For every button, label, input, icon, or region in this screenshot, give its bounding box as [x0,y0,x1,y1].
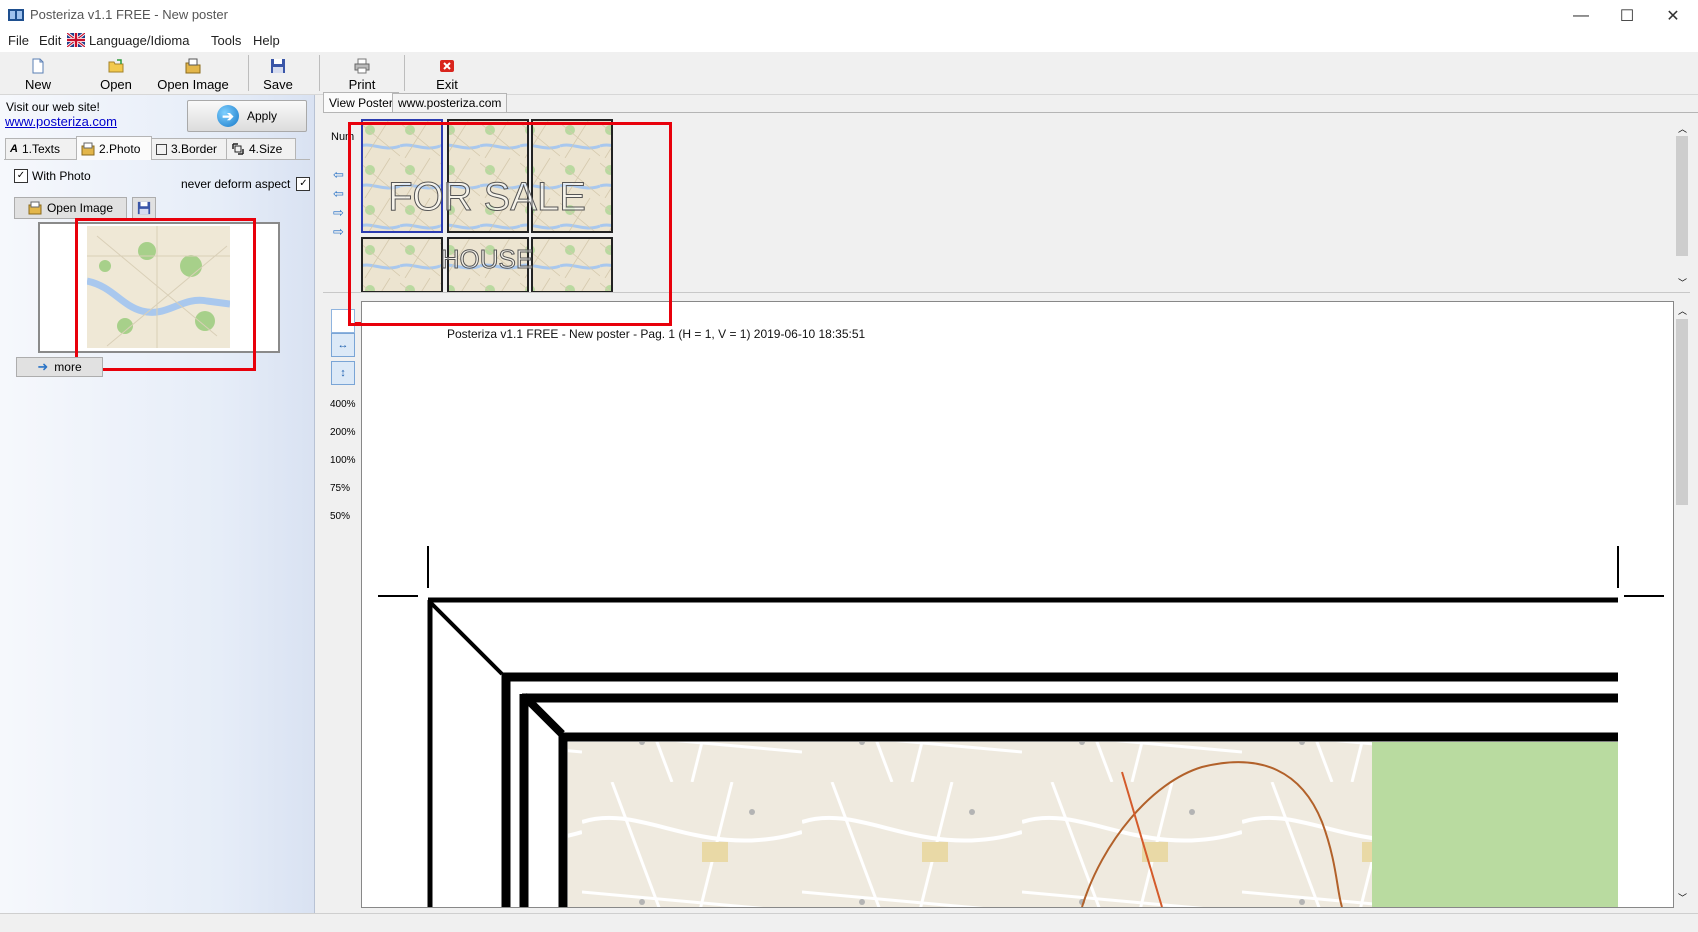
print-button[interactable]: Print [338,54,386,92]
never-deform-checkbox[interactable]: never deform aspect ✓ [181,177,311,191]
checkbox-checked-icon: ✓ [296,177,311,191]
close-button[interactable]: ✕ [1650,0,1696,31]
minimize-button[interactable]: — [1558,0,1604,31]
thumbnail-highlight-box-bottom [348,292,672,326]
open-label: Open [100,77,132,92]
tab-view-poster[interactable]: View Poster [323,92,399,113]
close-icon: ✕ [1666,7,1680,25]
thumbnail-scrollbar[interactable]: ︿ ﹀ [1674,118,1690,292]
font-icon: A [10,143,18,155]
toolbar-separator [248,55,249,91]
tab-texts-label: 1.Texts [21,142,60,156]
save-button[interactable]: Save [254,54,302,92]
scroll-thumb[interactable] [1676,319,1688,505]
with-photo-checkbox[interactable]: ✓ With Photo [14,169,91,183]
tab-border-label: 3.Border [171,142,218,156]
tab-photo-label: 2.Photo [99,141,141,156]
arrow-left-icon[interactable]: ⇦ [333,184,344,203]
new-button[interactable]: New [14,54,62,92]
menu-tools[interactable]: Tools [211,33,241,48]
tab-size[interactable]: 4.Size [226,138,296,159]
website-link[interactable]: www.posteriza.com [5,114,117,129]
scroll-thumb[interactable] [1676,136,1688,256]
uk-flag-icon [67,33,85,47]
menu-file[interactable]: File [8,33,29,48]
title-bar [0,0,1698,31]
toolbar-separator [404,55,405,91]
arrow-left-icon[interactable]: ⇦ [333,165,344,184]
tab-view-poster-label: View Poster [329,96,393,110]
maximize-icon: ☐ [1619,7,1635,25]
zoom-75[interactable]: 75% [330,483,350,494]
tab-texts[interactable]: A 1.Texts [5,138,77,159]
scroll-up-icon[interactable]: ︿ [1678,122,1687,135]
tab-photo[interactable]: 2.Photo [76,136,152,160]
tab-border[interactable]: 3.Border [151,138,231,159]
zoom-200[interactable]: 200% [330,427,356,438]
apply-button[interactable]: ➔ Apply [187,100,307,132]
window-title: Posteriza v1.1 FREE - New poster [30,7,228,22]
preview-scrollbar[interactable]: ︿ ﹀ [1674,301,1690,907]
open-image-button[interactable]: Open Image [14,197,127,219]
fit-width-icon: ↔ [337,339,349,351]
floppy-disk-icon [137,201,151,215]
fit-height-button[interactable]: ↕ [331,361,355,385]
printer-icon [354,58,370,74]
tab-website[interactable]: www.posteriza.com [392,93,508,112]
arrow-right-icon[interactable]: ⇨ [333,203,344,222]
open-image-toolbar-button[interactable]: Open Image [155,54,231,92]
scroll-down-icon[interactable]: ﹀ [1678,891,1687,904]
resize-icon [232,143,244,155]
menu-language[interactable]: Language/Idioma [89,33,189,48]
photo-highlight-box [75,218,256,371]
toolbar-separator [319,55,320,91]
minimize-icon: — [1573,6,1589,24]
menu-edit[interactable]: Edit [39,33,61,48]
exit-label: Exit [436,77,458,92]
floppy-disk-icon [271,59,285,73]
exit-button[interactable]: Exit [423,54,471,92]
maximize-button[interactable]: ☐ [1604,0,1650,31]
open-button[interactable]: Open [92,54,140,92]
apply-label: Apply [246,109,278,123]
fit-height-icon: ↕ [340,367,346,379]
open-image-button-label: Open Image [46,201,114,215]
border-icon [156,143,167,155]
image-folder-icon [185,58,201,74]
zoom-50[interactable]: 50% [330,511,350,522]
scroll-down-icon[interactable]: ﹀ [1678,276,1687,289]
poster-border-drawing [378,546,1664,907]
arrow-right-icon: ➜ [37,359,49,374]
checkbox-checked-icon: ✓ [14,169,28,183]
zoom-400[interactable]: 400% [330,399,356,410]
page-nav-arrows[interactable]: ⇦ ⇦ ⇨ ⇨ [333,165,344,241]
status-bar [0,913,1698,932]
new-label: New [24,77,51,92]
arrow-right-icon: ➔ [216,105,239,127]
menu-help[interactable]: Help [253,33,280,48]
scroll-up-icon[interactable]: ︿ [1678,304,1687,317]
never-deform-label: never deform aspect [181,177,291,191]
save-image-button[interactable] [132,197,156,219]
open-folder-icon [108,59,124,73]
fit-width-button[interactable]: ↔ [331,333,355,357]
zoom-100[interactable]: 100% [330,455,356,466]
visit-website-label: Visit our web site! [6,100,100,114]
tab-website-label: www.posteriza.com [398,96,502,110]
arrow-right-icon[interactable]: ⇨ [333,222,344,241]
exit-icon [440,60,454,72]
photo-icon [81,142,95,155]
save-label: Save [263,77,293,92]
poster-preview: Posteriza v1.1 FREE - New poster - Pag. … [361,301,1674,908]
image-folder-icon [28,201,42,215]
open-image-label: Open Image [157,77,229,92]
tab-size-label: 4.Size [249,142,283,156]
more-label: more [54,360,82,374]
app-logo-icon [8,9,24,21]
with-photo-label: With Photo [32,169,91,183]
print-label: Print [348,77,376,92]
more-button[interactable]: ➜ more [16,357,103,377]
new-document-icon [32,58,44,74]
tab-divider [323,112,1698,113]
